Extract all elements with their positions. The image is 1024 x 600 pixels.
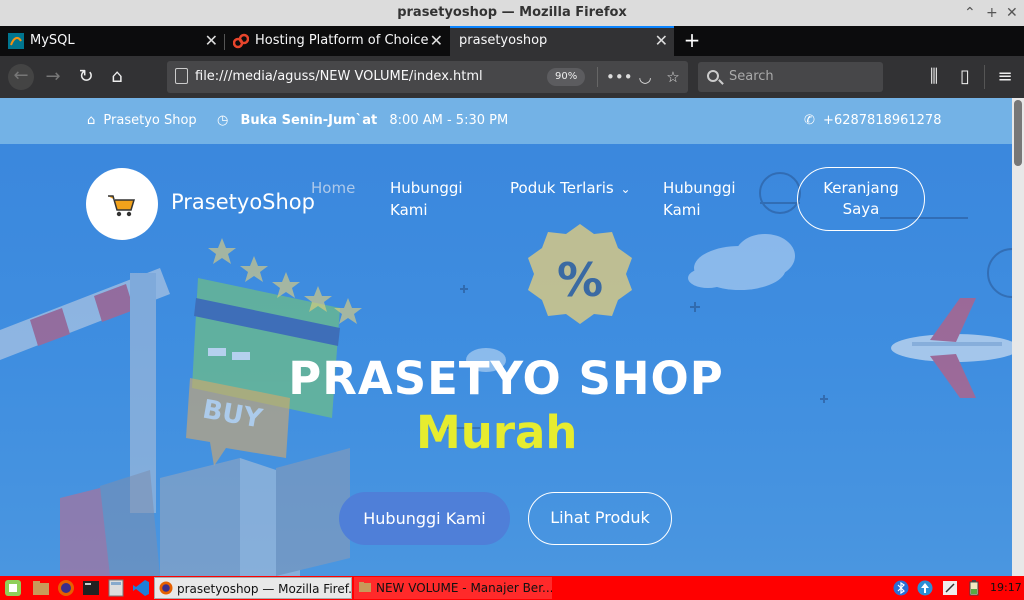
collapse-icon[interactable]: ⌃ (964, 0, 976, 26)
tab-label: Hosting Platform of Choice (255, 33, 429, 48)
contact-us-button[interactable]: Hubunggi Kami (339, 492, 510, 545)
bookmark-star-icon[interactable]: ☆ (662, 65, 684, 89)
chevron-down-icon: ⌄ (620, 182, 631, 196)
new-tab-button[interactable]: + (680, 26, 704, 56)
tab-label: prasetyoshop (459, 33, 548, 48)
opening-hours: ◷ Buka Senin-Jum`at 8:00 AM - 5:30 PM (217, 98, 508, 144)
toolbar-divider (984, 65, 985, 89)
hours-label: Buka Senin-Jum`at (240, 113, 378, 128)
clock-icon: ◷ (217, 113, 229, 128)
vscode-launcher-icon[interactable] (132, 579, 150, 597)
cart-button-line1: Keranjang (823, 179, 899, 197)
forward-arrow-icon[interactable]: → (41, 65, 65, 89)
brand-name[interactable]: PrasetyoShop (171, 190, 315, 214)
clock[interactable]: 19:17 (990, 576, 1022, 600)
hours-value: 8:00 AM - 5:30 PM (389, 113, 509, 128)
page-icon (175, 68, 188, 84)
search-placeholder: Search (729, 69, 774, 84)
tab-close-icon[interactable]: ✕ (205, 26, 218, 56)
close-window-button[interactable]: ✕ (1006, 0, 1018, 26)
shop-info: ⌂ Prasetyo Shop (87, 98, 197, 144)
more-actions-icon[interactable]: ••• (606, 65, 633, 89)
phone-number[interactable]: +6287818961278 (823, 113, 941, 128)
taskbar-item-firefox[interactable]: prasetyoshop — Mozilla Firef... (154, 577, 352, 599)
cart-button-line2: Saya (842, 200, 880, 218)
task-label: NEW VOLUME - Manajer Ber... (376, 581, 552, 595)
page-viewport: BUY % ⌂ Prasetyo Shop ◷ Buka Senin-Jum`a… (0, 98, 1012, 576)
mysql-icon (8, 33, 24, 49)
urlbar-divider (597, 67, 598, 87)
firefox-launcher-icon[interactable] (57, 579, 75, 597)
tab-prasetyoshop[interactable]: prasetyoshop ✕ (450, 26, 674, 56)
menu-icon[interactable]: ≡ (993, 65, 1017, 89)
reload-icon[interactable]: ↻ (74, 65, 98, 89)
cart-button[interactable]: Keranjang Saya (797, 167, 925, 231)
search-input[interactable]: Search (698, 62, 883, 92)
folder-icon (359, 582, 371, 592)
nav-contact-line2: Kami (390, 201, 428, 219)
window-title: prasetyoshop — Mozilla Firefox (397, 5, 627, 20)
sidebar-icon[interactable]: ▯ (953, 65, 977, 89)
nav-contact2-line1: Hubunggi (663, 179, 736, 197)
network-icon[interactable] (942, 580, 958, 596)
zoom-badge[interactable]: 90% (547, 68, 586, 86)
hero-subtitle: Murah (416, 406, 578, 459)
percent-badge-text: % (557, 253, 603, 307)
cart-logo-icon (108, 195, 136, 217)
search-icon (707, 70, 719, 82)
hosting-icon (233, 33, 249, 49)
nav-home[interactable]: Home (311, 177, 355, 199)
info-strip: ⌂ Prasetyo Shop ◷ Buka Senin-Jum`at 8:00… (0, 98, 1012, 144)
pocket-icon[interactable]: ◡ (634, 65, 656, 89)
maximize-button[interactable]: + (986, 0, 998, 26)
nav-contact-line1: Hubunggi (390, 179, 463, 197)
nav-products-dropdown[interactable]: Poduk Terlaris ⌄ (510, 177, 631, 200)
house-icon: ⌂ (87, 113, 96, 128)
tab-mysql[interactable]: MySQL ✕ (0, 26, 224, 56)
home-icon[interactable]: ⌂ (105, 65, 129, 89)
nav-contact2-line2: Kami (663, 201, 701, 219)
tab-hosting[interactable]: Hosting Platform of Choice ✕ (225, 26, 449, 56)
taskbar-item-files[interactable]: NEW VOLUME - Manajer Ber... (354, 577, 552, 599)
logo[interactable] (86, 168, 158, 240)
tab-bar: MySQL ✕ Hosting Platform of Choice ✕ pra… (0, 26, 1024, 56)
tab-close-icon[interactable]: ✕ (655, 28, 668, 54)
taskbar: prasetyoshop — Mozilla Firef... NEW VOLU… (0, 576, 1024, 600)
url-bar[interactable]: file:///media/aguss/NEW VOLUME/index.htm… (167, 61, 688, 93)
nav-products-label: Poduk Terlaris (510, 179, 614, 197)
nav-contact[interactable]: Hubunggi Kami (390, 177, 463, 221)
window-titlebar: prasetyoshop — Mozilla Firefox ⌃ + ✕ (0, 0, 1024, 26)
phone-info[interactable]: ✆ +6287818961278 (804, 98, 941, 144)
scrollbar-thumb[interactable] (1014, 100, 1022, 166)
shop-name: Prasetyo Shop (103, 113, 197, 128)
url-text[interactable]: file:///media/aguss/NEW VOLUME/index.htm… (195, 61, 483, 93)
terminal-launcher-icon[interactable] (82, 579, 100, 597)
update-manager-icon[interactable] (917, 580, 933, 596)
battery-icon[interactable] (966, 580, 982, 596)
hero-title: PRASETYO SHOP (288, 352, 724, 405)
bluetooth-icon[interactable] (893, 580, 909, 596)
task-label: prasetyoshop — Mozilla Firef... (177, 582, 352, 596)
view-products-button[interactable]: Lihat Produk (528, 492, 672, 545)
nav-contact-2[interactable]: Hubunggi Kami (663, 177, 736, 221)
tab-close-icon[interactable]: ✕ (430, 26, 443, 56)
tab-label: MySQL (30, 33, 75, 48)
mint-menu-icon[interactable] (4, 579, 22, 597)
calculator-launcher-icon[interactable] (107, 579, 125, 597)
files-launcher-icon[interactable] (32, 579, 50, 597)
back-arrow-icon[interactable]: ← (8, 64, 34, 90)
firefox-icon (159, 581, 173, 595)
library-icon[interactable]: ⫼ (922, 65, 946, 89)
whatsapp-icon: ✆ (804, 113, 815, 128)
page-scrollbar[interactable] (1012, 98, 1024, 576)
